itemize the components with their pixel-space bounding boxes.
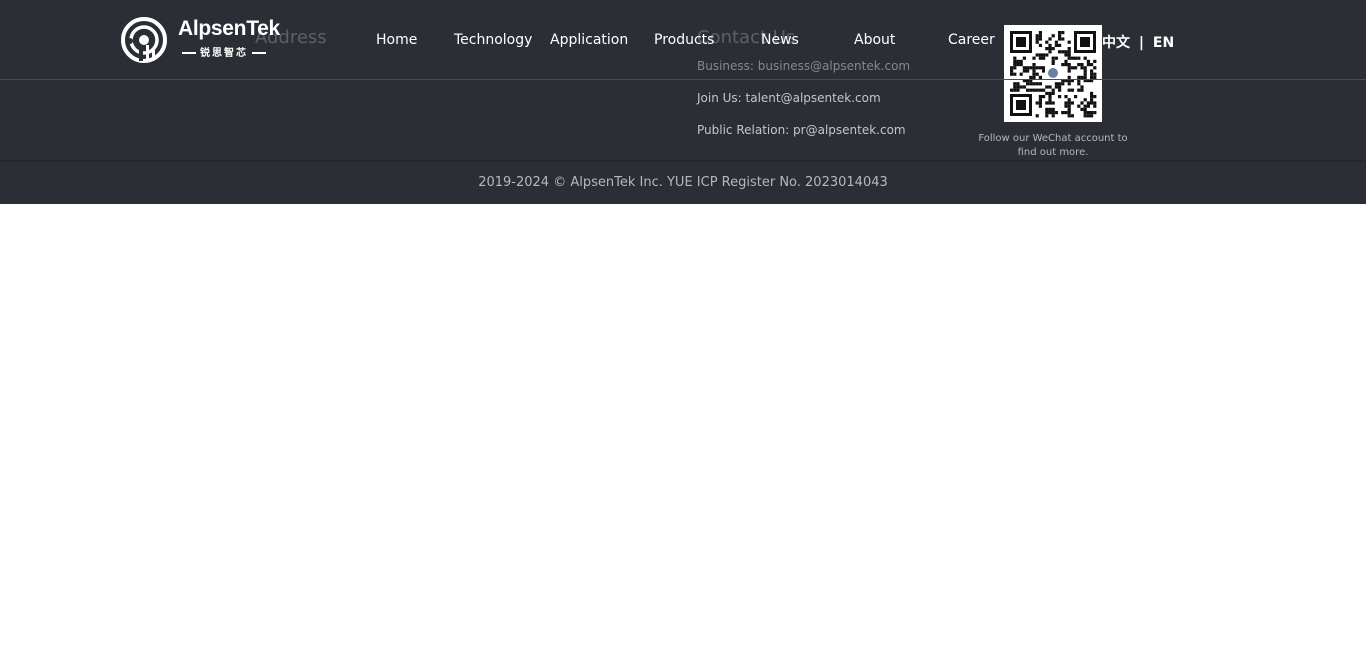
brand-name: AlpsenTek <box>178 17 280 40</box>
copyright-bar: 2019-2024 © AlpsenTek Inc. YUE ICP Regis… <box>0 160 1366 204</box>
nav-home[interactable]: Home <box>376 32 417 48</box>
qr-caption: Follow our WeChat account to find out mo… <box>978 133 1128 158</box>
language-switcher: 中文 | EN <box>1102 32 1174 52</box>
brand-subtitle-text: 锐思智芯 <box>200 48 248 59</box>
nav-products[interactable]: Products <box>654 32 714 48</box>
lang-zh-link[interactable]: 中文 <box>1102 35 1130 51</box>
copyright-text: 2019-2024 © AlpsenTek Inc. YUE ICP Regis… <box>478 175 888 190</box>
lang-en-link[interactable]: EN <box>1153 35 1174 51</box>
alpsentek-logo-icon <box>121 17 167 63</box>
nav-news[interactable]: News <box>761 32 799 48</box>
brand-logo[interactable]: AlpsenTek 锐思智芯 <box>121 17 281 63</box>
site-footer: Address Contact Us Business: business@al… <box>0 0 1366 204</box>
lang-separator: | <box>1138 35 1144 51</box>
nav-technology[interactable]: Technology <box>454 32 532 48</box>
join-email[interactable]: Join Us: talent@alpsentek.com <box>697 91 881 105</box>
top-navigation: AlpsenTek 锐思智芯 Home Technology Applicati… <box>0 0 1366 80</box>
nav-career[interactable]: Career <box>948 32 995 48</box>
brand-subtitle: 锐思智芯 <box>178 44 270 59</box>
nav-about[interactable]: About <box>854 32 895 48</box>
nav-application[interactable]: Application <box>550 32 628 48</box>
pr-email[interactable]: Public Relation: pr@alpsentek.com <box>697 123 906 137</box>
